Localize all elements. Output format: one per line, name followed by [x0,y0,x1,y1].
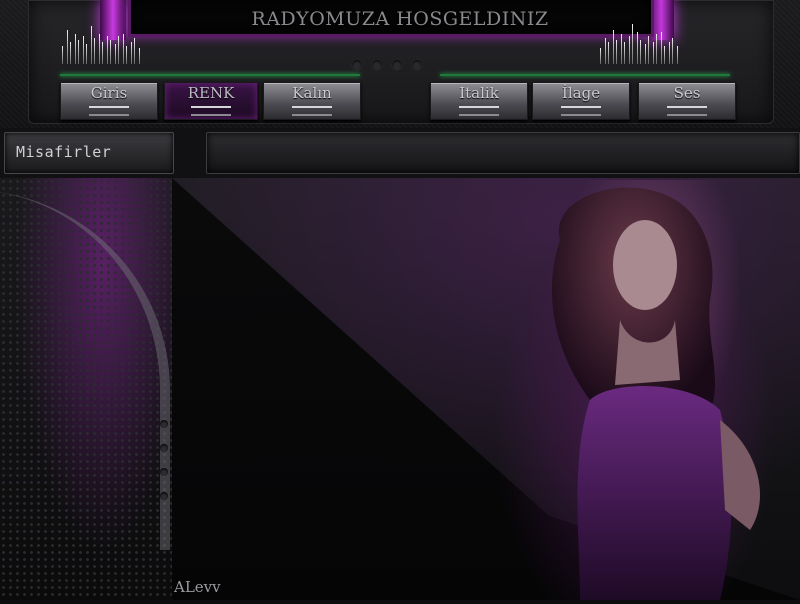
equalizer-bar [605,38,607,64]
equalizer-bar [666,36,668,64]
equalizer-bar [128,40,130,64]
equalizer-bar [677,46,679,64]
woman-photo [470,180,800,600]
equalizer-bar [96,46,98,64]
equalizer-bar [139,48,141,64]
left-status-line [60,74,360,76]
equalizer-bar [626,28,628,64]
decor-dot [160,444,168,452]
nav-renk-button[interactable]: RENK [164,82,258,120]
equalizer-bar [642,30,644,64]
button-lines-icon [191,106,231,116]
nav-italik-label: Italik [459,84,499,102]
equalizer-bar [640,40,641,64]
equalizer-bar [123,34,125,64]
equalizer-bar [618,26,620,64]
equalizer-bar [115,44,117,64]
indicator-dot [392,60,402,70]
nav-ses-label: Ses [673,84,701,102]
equalizer-bar [600,48,601,64]
right-status-line [440,74,730,76]
equalizer-bar [664,46,665,64]
equalizer-bar [134,38,135,64]
equalizer-bar [110,40,111,64]
equalizer-bar [120,38,122,64]
indicator-dots [352,60,422,70]
equalizer-bar [674,44,676,64]
equalizer-bar [75,34,77,64]
equalizer-bar [608,42,609,64]
nav-italik-button[interactable]: Italik [430,82,528,120]
equalizer-bar [107,36,109,64]
visitors-label: Misafirler [16,143,112,161]
equalizer-bar [602,44,604,64]
equalizer-bar [64,38,66,64]
equalizer-bar [126,46,127,64]
equalizer-bar [621,34,623,64]
button-lines-icon [561,106,601,116]
equalizer-bar [94,38,95,64]
equalizer-bar [634,38,636,64]
equalizer-bar [653,42,655,64]
nav-giris-button[interactable]: Giris [60,82,158,120]
equalizer-bar [72,24,74,64]
button-lines-icon [89,106,129,116]
nav-ses-button[interactable]: Ses [638,82,736,120]
indicator-dot [412,60,422,70]
equalizer-bar [112,30,114,64]
nav-ilage-button[interactable]: İlage [532,82,630,120]
equalizer-bar [669,42,671,64]
equalizer-bar [99,34,101,64]
equalizer-bar [632,24,633,64]
decor-dot [160,420,168,428]
equalizer-bar [131,42,133,64]
nav-renk-label: RENK [187,84,235,102]
equalizer-bar [613,30,615,64]
equalizer-bar [672,38,673,64]
equalizer-bar [637,32,639,64]
equalizer-bar [661,32,663,64]
equalizer-bar [104,28,106,64]
equalizer-bar [656,34,657,64]
decor-dot [160,492,168,500]
equalizer-bar [78,40,79,64]
equalizer-bar [83,36,85,64]
nav-kalin-button[interactable]: Kalın [263,82,361,120]
right-equalizer [600,18,679,64]
button-lines-icon [459,106,499,116]
button-lines-icon [667,106,707,116]
equalizer-bar [645,44,647,64]
indicator-dot [352,60,362,70]
equalizer-bar [616,40,617,64]
equalizer-bar [658,38,660,64]
equalizer-bar [118,36,119,64]
banner-title: RADYOMUZA HOSGELDINIZ [251,8,549,30]
nav-kalin-label: Kalın [292,84,332,102]
nav-ilage-label: İlage [561,84,601,102]
equalizer-bar [88,32,90,64]
equalizer-bar [610,36,612,64]
equalizer-bar [91,26,93,64]
equalizer-bar [624,42,625,64]
decor-dot [160,468,168,476]
woman-silhouette-image [551,187,760,600]
info-bar [206,132,800,174]
equalizer-bar [102,42,103,64]
equalizer-bar [648,36,649,64]
equalizer-bar [80,28,82,64]
left-equalizer [62,18,141,64]
equalizer-bar [650,28,652,64]
equalizer-bar [67,30,69,64]
signature-text: ALevv [174,578,221,596]
nav-giris-label: Giris [90,84,128,102]
equalizer-bar [70,42,71,64]
indicator-dot [372,60,382,70]
button-lines-icon [292,106,332,116]
equalizer-bar [136,44,138,64]
equalizer-bar [629,36,631,64]
equalizer-bar [86,44,87,64]
equalizer-bar [62,46,63,64]
